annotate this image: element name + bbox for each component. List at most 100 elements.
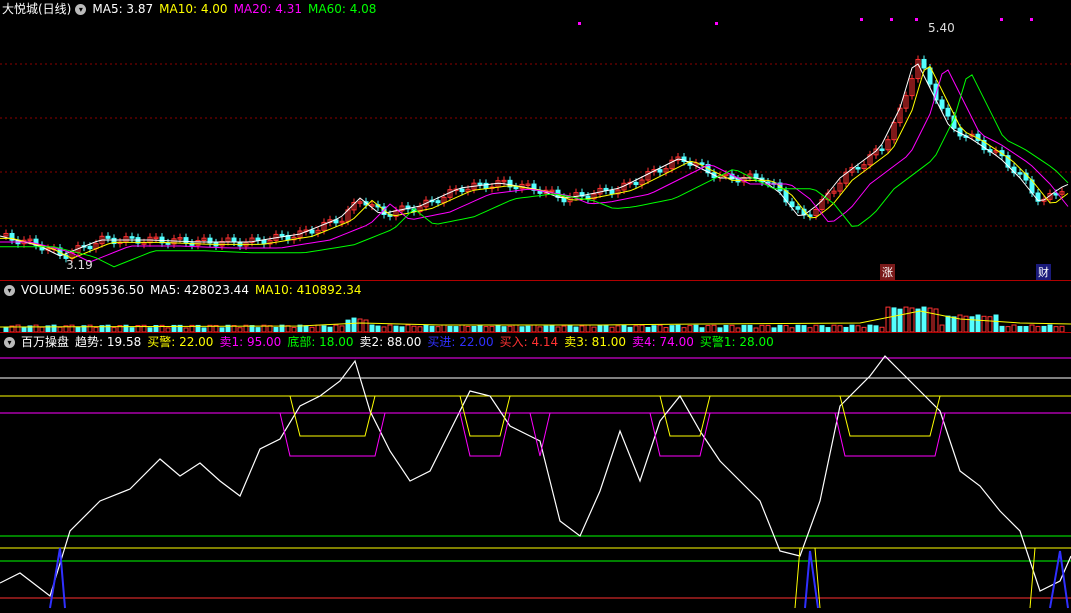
volume-bar [975,314,981,332]
volume-bar [897,308,903,332]
volume-bar [795,324,801,332]
volume-bar [849,324,855,332]
candle [477,182,483,186]
volume-ma5-label: MA5: 428023.44 [150,283,249,297]
signal-marker [1000,18,1003,21]
buy-in-label: 买进: 22.00 [427,335,494,349]
volume-bar [903,306,909,332]
buy-warn1-label: 买警1: 28.00 [699,335,774,349]
volume-bar [969,316,975,332]
volume-bar [549,324,555,332]
volume-bar [747,324,753,332]
ma60-label: MA60: 4.08 [308,2,377,16]
volume-bar [15,324,21,332]
candle [87,245,93,250]
sell1-label: 卖1: 95.00 [219,335,282,349]
sell2-label: 卖2: 88.00 [359,335,422,349]
buy-warn-label: 买警: 22.00 [147,335,214,349]
candle [231,237,237,243]
signal-marker [715,22,718,25]
volume-bar [867,324,873,332]
sell4-label: 卖4: 74.00 [632,335,694,349]
volume-bar [939,324,945,332]
tag-cai-badge[interactable]: 财 [1036,264,1051,280]
volume-bar [1047,324,1053,332]
volume-bar [69,324,75,332]
volume-bar [657,324,663,332]
volume-bar [315,324,321,332]
volume-bar [909,307,915,332]
volume-toggle-icon[interactable]: ▾ [4,284,15,296]
volume-bar [585,324,591,332]
volume-bar [693,324,699,332]
signal-marker [860,18,863,21]
candle [921,58,927,69]
tag-zhang-badge[interactable]: 涨 [880,264,895,280]
volume-bar [813,324,819,332]
candle [927,67,933,85]
volume-bar [459,324,465,332]
volume-bar [513,324,519,332]
volume-bar [333,324,339,332]
candle [633,181,639,186]
indicator-chart[interactable] [0,351,1071,613]
trend-label: 趋势: 19.58 [75,335,142,349]
volume-bar [363,319,369,332]
volume-ma10-label: MA10: 410892.34 [254,283,362,297]
volume-bar [1011,324,1017,332]
volume-bar [993,314,999,332]
price-chart[interactable] [0,18,1071,280]
candle [1017,172,1023,175]
volume-bar [345,319,351,332]
candle [609,189,615,195]
volume-bar [357,318,363,332]
candle [435,200,441,204]
volume-chart[interactable] [0,299,1071,332]
volume-bar [675,324,681,332]
candle [945,107,951,117]
signal-marker [578,22,581,25]
volume-bar [369,324,375,332]
volume-bar [87,324,93,332]
volume-panel: ▾ VOLUME: 609536.50 MA5: 428023.44 MA10:… [0,281,1071,332]
signal-marker [890,18,893,21]
price-panel: 大悦城(日线) ▾ MA5: 3.87 MA10: 4.00 MA20: 4.3… [0,0,1071,280]
candle [879,148,885,152]
indicator-title: 百万操盘 [21,335,70,349]
volume-bar [933,308,939,332]
volume-bar [531,324,537,332]
buy-warn-line [0,547,1071,609]
volume-bar [987,316,993,332]
candle [753,173,759,179]
volume-bar [567,324,573,332]
volume-bar [885,306,891,332]
volume-bar [777,324,783,332]
stock-title: 大悦城(日线) [2,2,72,16]
volume-bar [711,324,717,332]
price-header: 大悦城(日线) ▾ MA5: 3.87 MA10: 4.00 MA20: 4.3… [0,0,382,18]
ma10-label: MA10: 4.00 [159,2,228,16]
volume-bar [33,324,39,332]
ma5-line [0,63,1069,257]
volume-bar [915,308,921,332]
candle [105,235,111,239]
volume-bar [891,307,897,332]
candle [183,237,189,244]
sell3-line [0,395,1071,437]
ma5-label: MA5: 3.87 [92,2,154,16]
volume-bar [945,315,951,332]
high-price-label: 5.40 [928,21,955,35]
trend-line [0,355,1071,598]
settings-toggle-icon[interactable]: ▾ [75,3,87,15]
indicator-toggle-icon[interactable]: ▾ [4,336,15,348]
volume-bar [639,324,645,332]
volume-bar [759,324,765,332]
candle [459,188,465,193]
volume-bar [927,307,933,332]
volume-bar [441,324,447,332]
signal-marker [1030,18,1033,21]
volume-bar [387,324,393,332]
volume-bar [603,324,609,332]
candle [129,236,135,239]
volume-bar [621,324,627,332]
